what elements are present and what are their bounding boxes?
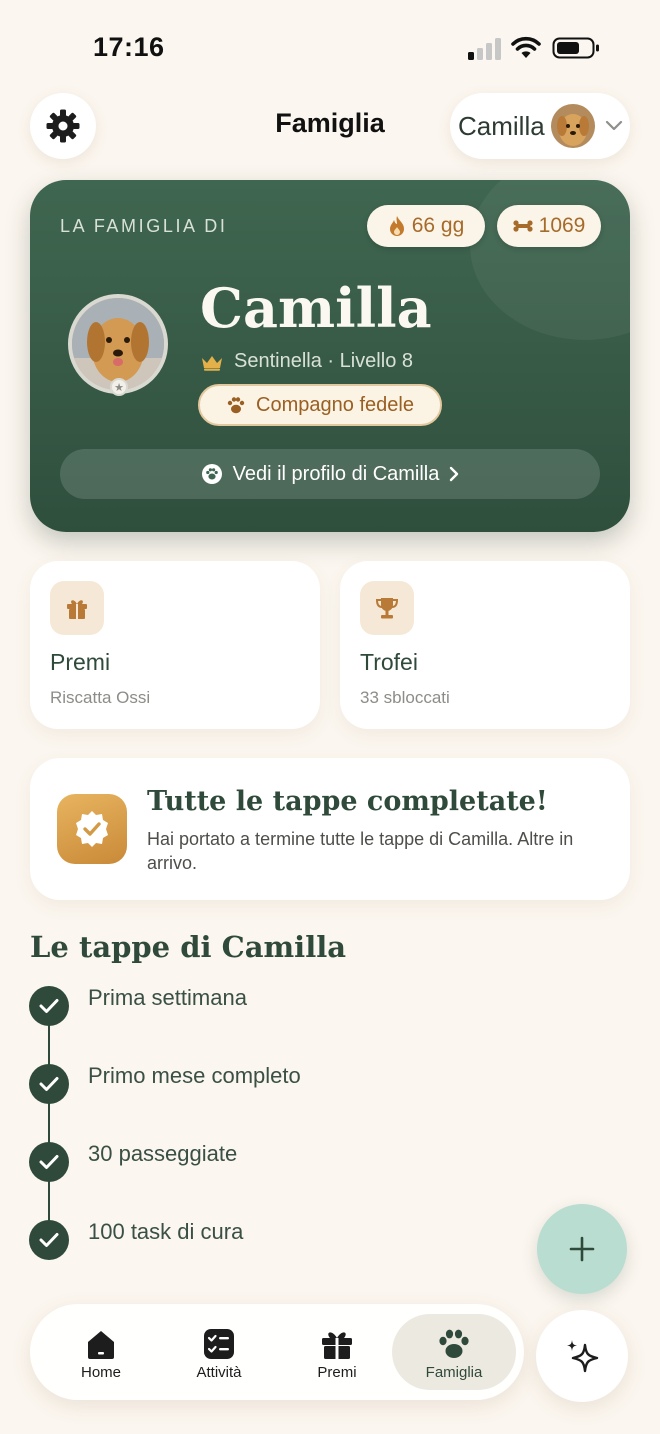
decorative-circle xyxy=(470,180,630,340)
tab-label: Attività xyxy=(196,1364,242,1381)
check-icon xyxy=(29,1142,69,1182)
family-hero-card: LA FAMIGLIA DI 66 gg 1069 ★ Camilla Sent… xyxy=(30,180,630,532)
timeline-line xyxy=(48,1004,50,1238)
trophy-icon xyxy=(360,581,414,635)
tab-label: Famiglia xyxy=(425,1364,483,1381)
paw-icon xyxy=(439,1329,469,1358)
checklist-icon xyxy=(204,1329,234,1359)
pet-switcher[interactable]: Camilla xyxy=(450,93,630,159)
trophies-subtitle: 33 sbloccati xyxy=(360,688,450,707)
milestone-item: Prima settimana xyxy=(29,985,449,1026)
chevron-right-icon xyxy=(450,466,459,482)
tab-bar: Home Attività Premi Famiglia xyxy=(30,1304,524,1400)
cellular-signal-icon xyxy=(468,38,501,60)
wifi-icon xyxy=(511,36,541,58)
crown-icon xyxy=(202,355,222,371)
trophies-card[interactable]: Trofei 33 sbloccati xyxy=(340,561,630,729)
view-profile-label: Vedi il profilo di Camilla xyxy=(232,462,440,485)
tab-family[interactable]: Famiglia xyxy=(392,1314,516,1390)
bone-icon xyxy=(513,220,533,232)
pet-avatar xyxy=(550,104,595,148)
battery-icon xyxy=(552,37,599,59)
tab-home[interactable]: Home xyxy=(42,1314,160,1390)
streak-pill: 66 gg xyxy=(367,205,485,247)
milestone-item: 30 passeggiate xyxy=(29,1141,449,1182)
milestone-label: Primo mese completo xyxy=(88,1063,301,1088)
flame-icon xyxy=(389,216,404,236)
title-badge-label: Compagno fedele xyxy=(256,393,414,416)
verified-badge-icon xyxy=(57,794,127,864)
sparkle-icon xyxy=(567,1340,599,1373)
pet-name: Camilla xyxy=(200,276,432,340)
tab-label: Premi xyxy=(317,1364,357,1381)
tab-label: Home xyxy=(80,1364,121,1381)
add-button[interactable] xyxy=(537,1204,627,1294)
rewards-subtitle: Riscatta Ossi xyxy=(50,688,151,707)
pet-rank: Sentinella · Livello 8 xyxy=(200,350,413,373)
completion-text: Hai portato a termine tutte le tappe di … xyxy=(147,829,574,873)
star-badge-icon: ★ xyxy=(110,378,128,396)
milestone-label: 100 task di cura xyxy=(88,1219,244,1244)
status-time: 17:16 xyxy=(93,32,165,62)
ai-assistant-button[interactable] xyxy=(536,1310,628,1402)
bones-value: 1069 xyxy=(538,214,586,237)
check-icon xyxy=(29,1064,69,1104)
check-icon xyxy=(29,1220,69,1260)
milestone-label: Prima settimana xyxy=(88,985,247,1010)
rewards-card[interactable]: Premi Riscatta Ossi xyxy=(30,561,320,729)
gift-icon xyxy=(322,1332,352,1359)
milestone-item: 100 task di cura xyxy=(29,1219,449,1260)
trophies-title: Trofei xyxy=(360,649,418,675)
gift-icon xyxy=(50,581,104,635)
tab-activity[interactable]: Attività xyxy=(160,1314,278,1390)
rank-text: Sentinella · Livello 8 xyxy=(234,350,413,372)
home-icon xyxy=(88,1331,114,1359)
completion-card: Tutte le tappe completate! Hai portato a… xyxy=(30,758,630,900)
milestone-label: 30 passeggiate xyxy=(88,1141,238,1166)
hero-kicker: LA FAMIGLIA DI xyxy=(60,216,228,236)
plus-icon xyxy=(569,1236,595,1262)
milestones-title: Le tappe di Camilla xyxy=(30,930,347,964)
pet-switcher-name: Camilla xyxy=(458,110,545,141)
status-bar: 17:16 xyxy=(0,0,660,90)
streak-value: 66 gg xyxy=(411,214,465,237)
title-badge[interactable]: Compagno fedele xyxy=(198,384,442,426)
milestone-item: Primo mese completo xyxy=(29,1063,449,1104)
chevron-down-icon xyxy=(605,120,622,131)
tab-rewards[interactable]: Premi xyxy=(278,1314,396,1390)
view-profile-button[interactable]: Vedi il profilo di Camilla xyxy=(60,449,600,499)
check-icon xyxy=(29,986,69,1026)
paw-icon xyxy=(227,397,245,414)
rewards-title: Premi xyxy=(50,649,111,675)
completion-title: Tutte le tappe completate! xyxy=(147,786,548,817)
bones-pill: 1069 xyxy=(497,205,601,247)
paw-circle-icon xyxy=(201,464,222,484)
